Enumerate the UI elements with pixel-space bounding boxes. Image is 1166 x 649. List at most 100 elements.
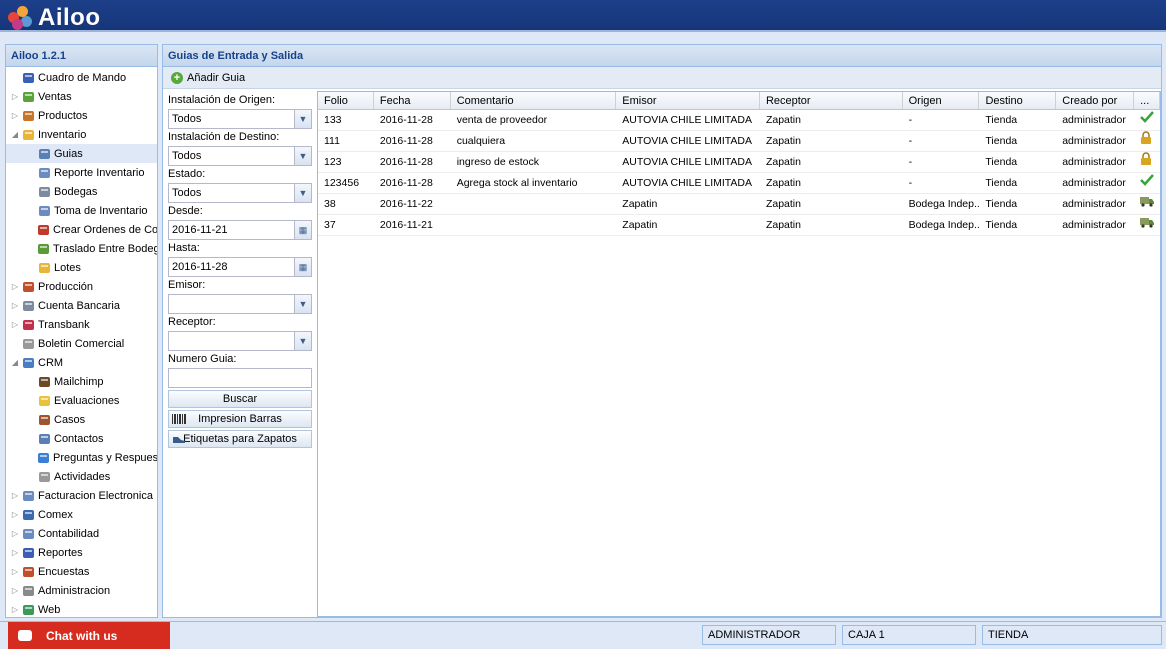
expand-arrow-icon[interactable]: ▷ — [10, 111, 20, 120]
impresion-label: Impresion Barras — [198, 413, 282, 425]
desde-date-field[interactable]: 2016-11-21 ▦ — [168, 220, 312, 240]
nav-item-contactos[interactable]: Contactos — [6, 429, 157, 448]
table-row[interactable]: 111 2016-11-28 cualquiera AUTOVIA CHILE LIM… — [318, 131, 1160, 152]
filter-form: Instalación de Origen: Todos ▼ Instalaci… — [165, 92, 315, 448]
truck-icon[interactable] — [1134, 194, 1160, 214]
column-header[interactable]: Emisor — [616, 92, 760, 109]
table-row[interactable]: 123 2016-11-28 ingreso de estock AUTOVIA CH… — [318, 152, 1160, 173]
chevron-down-icon[interactable]: ▼ — [294, 332, 311, 350]
check-icon[interactable] — [1134, 173, 1160, 193]
nav-item-transbank[interactable]: ▷ Transbank — [6, 315, 157, 334]
expand-arrow-icon[interactable]: ▷ — [10, 586, 20, 595]
expand-arrow-icon[interactable]: ▷ — [10, 491, 20, 500]
nav-item-bodegas[interactable]: Bodegas — [6, 182, 157, 201]
table-row[interactable]: 37 2016-11-21 Zapatin Zapatin Bodega Indep..… — [318, 215, 1160, 236]
chevron-down-icon[interactable]: ▼ — [294, 147, 311, 165]
column-header[interactable]: Comentario — [451, 92, 617, 109]
truck-icon[interactable] — [1134, 215, 1160, 235]
buscar-button[interactable]: Buscar — [168, 390, 312, 408]
truck-icon — [37, 242, 50, 255]
table-row[interactable]: 133 2016-11-28 venta de proveedor AUTOVIA C… — [318, 110, 1160, 131]
calendar-icon[interactable]: ▦ — [294, 258, 311, 276]
impresion-barras-button[interactable]: Impresion Barras — [168, 410, 312, 428]
expand-arrow-icon[interactable]: ▷ — [10, 510, 20, 519]
nav-item-cuadro-de-mando[interactable]: Cuadro de Mando — [6, 68, 157, 87]
nav-item-encuestas[interactable]: ▷ Encuestas — [6, 562, 157, 581]
nav-item-inventario[interactable]: ◢ Inventario — [6, 125, 157, 144]
column-header[interactable]: Folio — [318, 92, 374, 109]
add-icon: + — [171, 71, 183, 84]
expand-arrow-icon[interactable]: ▷ — [10, 529, 20, 538]
nav-item-crm[interactable]: ◢ CRM — [6, 353, 157, 372]
chevron-down-icon[interactable]: ▼ — [294, 184, 311, 202]
nav-item-web[interactable]: ▷ Web — [6, 600, 157, 617]
cell-fecha: 2016-11-28 — [379, 156, 433, 168]
collapse-arrow-icon[interactable]: ◢ — [10, 130, 20, 139]
expand-arrow-icon[interactable]: ▷ — [10, 320, 20, 329]
nav-item-boletin-comercial[interactable]: Boletin Comercial — [6, 334, 157, 353]
lock-icon[interactable] — [1134, 131, 1160, 151]
column-header[interactable]: Receptor — [760, 92, 903, 109]
nav-item-ventas[interactable]: ▷ Ventas — [6, 87, 157, 106]
nav-item-reporte-inventario[interactable]: Reporte Inventario — [6, 163, 157, 182]
destino-label: Instalación de Destino: — [168, 131, 280, 143]
nav-item-preguntas-y-respuestas[interactable]: Preguntas y Respuestas — [6, 448, 157, 467]
check-icon[interactable] — [1134, 110, 1160, 130]
origen-select[interactable]: Todos ▼ — [168, 109, 312, 129]
column-header[interactable]: ... — [1134, 92, 1161, 109]
expand-arrow-icon[interactable]: ▷ — [10, 548, 20, 557]
estado-select[interactable]: Todos ▼ — [168, 183, 312, 203]
receptor-select[interactable]: ▼ — [168, 331, 312, 351]
add-guia-button[interactable]: + Añadir Guia — [167, 70, 249, 86]
nav-item-comex[interactable]: ▷ Comex — [6, 505, 157, 524]
numero-guia-input[interactable] — [168, 368, 312, 388]
nav-item-actividades[interactable]: Actividades — [6, 467, 157, 486]
nav-item-toma-de-inventario[interactable]: Toma de Inventario — [6, 201, 157, 220]
expand-arrow-icon[interactable]: ▷ — [10, 282, 20, 291]
chevron-down-icon[interactable]: ▼ — [294, 295, 311, 313]
expand-arrow-icon[interactable]: ▷ — [10, 605, 20, 614]
nav-item-facturacion-electronica[interactable]: ▷ Facturacion Electronica — [6, 486, 157, 505]
nav-label: Guias — [54, 147, 83, 160]
lock-icon[interactable] — [1134, 152, 1160, 172]
hasta-date-field[interactable]: 2016-11-28 ▦ — [168, 257, 312, 277]
nav-item-lotes[interactable]: Lotes — [6, 258, 157, 277]
ailoo-logo[interactable]: Ailoo — [8, 4, 101, 32]
nav-item-mailchimp[interactable]: Mailchimp — [6, 372, 157, 391]
cell-origen: - — [908, 135, 913, 147]
nav-item-crear-ordenes-de-compra[interactable]: Crear Ordenes de Compra — [6, 220, 157, 239]
nav-item-guias[interactable]: Guias — [6, 144, 157, 163]
nav-item-evaluaciones[interactable]: Evaluaciones — [6, 391, 157, 410]
nav-label: Boletin Comercial — [38, 337, 125, 350]
column-header[interactable]: Origen — [903, 92, 980, 109]
table-row[interactable]: 123456 2016-11-28 Agrega stock al inventar… — [318, 173, 1160, 194]
cell-receptor: Zapatin — [765, 198, 801, 210]
nav-item-traslado-entre-bodegas[interactable]: Traslado Entre Bodegas — [6, 239, 157, 258]
nav-item-administracion[interactable]: ▷ Administracion — [6, 581, 157, 600]
emisor-select[interactable]: ▼ — [168, 294, 312, 314]
column-header[interactable]: Destino — [979, 92, 1057, 109]
collapse-arrow-icon[interactable]: ◢ — [10, 358, 20, 367]
chevron-down-icon[interactable]: ▼ — [294, 110, 311, 128]
logo-icon — [8, 6, 34, 30]
nav-item-cuenta-bancaria[interactable]: ▷ Cuenta Bancaria — [6, 296, 157, 315]
table-row[interactable]: 38 2016-11-22 Zapatin Zapatin Bodega Indep..… — [318, 194, 1160, 215]
nav-label: Reporte Inventario — [54, 166, 145, 179]
column-header[interactable]: Creado por — [1056, 92, 1135, 109]
nav-item-reportes[interactable]: ▷ Reportes — [6, 543, 157, 562]
nav-item-productos[interactable]: ▷ Productos — [6, 106, 157, 125]
nav-item-contabilidad[interactable]: ▷ Contabilidad — [6, 524, 157, 543]
nav-item-casos[interactable]: Casos — [6, 410, 157, 429]
expand-arrow-icon[interactable]: ▷ — [10, 567, 20, 576]
etiquetas-zapatos-button[interactable]: Etiquetas para Zapatos — [168, 430, 312, 448]
nav-label: Contabilidad — [38, 527, 100, 540]
destino-select[interactable]: Todos ▼ — [168, 146, 312, 166]
calendar-icon[interactable]: ▦ — [294, 221, 311, 239]
nav-item-producci-n[interactable]: ▷ Producción — [6, 277, 157, 296]
expand-arrow-icon[interactable]: ▷ — [10, 301, 20, 310]
transbank-icon — [21, 318, 35, 331]
buscar-label: Buscar — [222, 393, 258, 405]
expand-arrow-icon[interactable]: ▷ — [10, 92, 20, 101]
column-header[interactable]: Fecha — [374, 92, 451, 109]
chat-button[interactable]: Chat with us — [8, 622, 170, 649]
